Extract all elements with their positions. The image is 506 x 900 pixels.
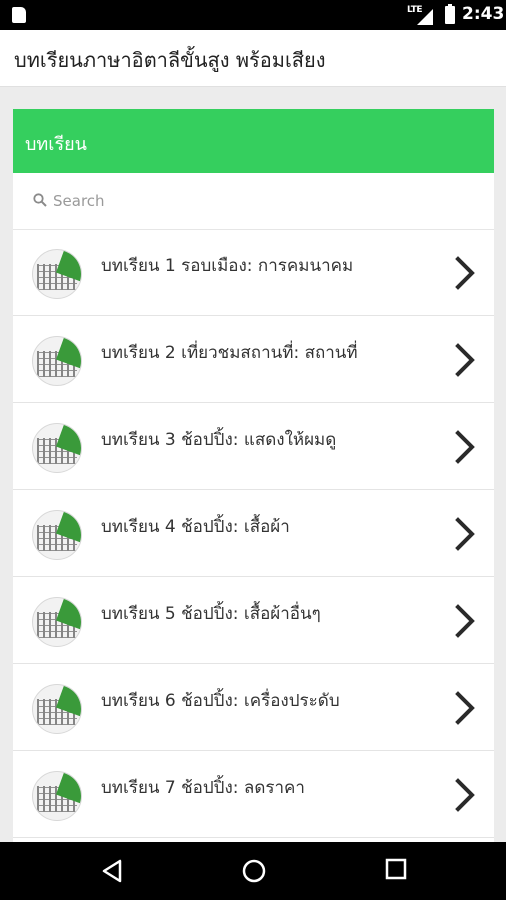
lesson-label: บทเรียน 2 เที่ยวชมสถานที่: สถานที่ [101,343,358,363]
lesson-item-3[interactable]: บทเรียน 3 ช้อปปิ้ง: แสดงให้ผมดู [13,403,494,490]
chevron-right-icon [455,256,475,290]
search-input[interactable] [53,187,453,215]
chevron-right-icon [455,430,475,464]
lesson-label: บทเรียน 6 ช้อปปิ้ง: เครื่องประดับ [101,691,340,711]
lesson-card: บทเรียน บทเรียน 1 รอบเมือง: การคมนาคม บท… [13,109,494,849]
lesson-item-2[interactable]: บทเรียน 2 เที่ยวชมสถานที่: สถานที่ [13,316,494,403]
lesson-item-5[interactable]: บทเรียน 5 ช้อปปิ้ง: เสื้อผ้าอื่นๆ [13,577,494,664]
lesson-item-6[interactable]: บทเรียน 6 ช้อปปิ้ง: เครื่องประดับ [13,664,494,751]
chevron-right-icon [455,691,475,725]
card-header: บทเรียน [13,109,494,173]
status-bar: LTE 2:43 [0,0,506,30]
colosseum-thumbnail [32,249,82,299]
chevron-right-icon [455,604,475,638]
lesson-item-1[interactable]: บทเรียน 1 รอบเมือง: การคมนาคม [13,229,494,316]
chevron-right-icon [455,517,475,551]
colosseum-thumbnail [32,423,82,473]
home-icon[interactable] [241,858,267,884]
lesson-item-7[interactable]: บทเรียน 7 ช้อปปิ้ง: ลดราคา [13,751,494,838]
back-icon[interactable] [100,858,124,884]
lesson-label: บทเรียน 4 ช้อปปิ้ง: เสื้อผ้า [101,517,290,537]
recents-icon[interactable] [385,858,407,880]
lesson-label: บทเรียน 1 รอบเมือง: การคมนาคม [101,256,354,276]
lesson-label: บทเรียน 7 ช้อปปิ้ง: ลดราคา [101,778,305,798]
lesson-list: บทเรียน 1 รอบเมือง: การคมนาคม บทเรียน 2 … [13,229,494,838]
chevron-right-icon [455,343,475,377]
chevron-right-icon [455,778,475,812]
signal-icon [417,9,433,25]
app-bar: บทเรียนภาษาอิตาลีขั้นสูง พร้อมเสียง [0,30,506,87]
colosseum-thumbnail [32,771,82,821]
lesson-label: บทเรียน 3 ช้อปปิ้ง: แสดงให้ผมดู [101,430,337,450]
colosseum-thumbnail [32,336,82,386]
search-icon [33,193,47,207]
lesson-item-4[interactable]: บทเรียน 4 ช้อปปิ้ง: เสื้อผ้า [13,490,494,577]
clock: 2:43 [462,4,505,24]
colosseum-thumbnail [32,510,82,560]
battery-icon [445,4,455,24]
sd-card-icon [12,7,26,23]
search-bar [13,173,494,230]
card-header-title: บทเรียน [25,134,87,155]
colosseum-thumbnail [32,684,82,734]
app-title: บทเรียนภาษาอิตาลีขั้นสูง พร้อมเสียง [14,48,326,72]
colosseum-thumbnail [32,597,82,647]
lesson-label: บทเรียน 5 ช้อปปิ้ง: เสื้อผ้าอื่นๆ [101,604,321,624]
navigation-bar [0,842,506,900]
